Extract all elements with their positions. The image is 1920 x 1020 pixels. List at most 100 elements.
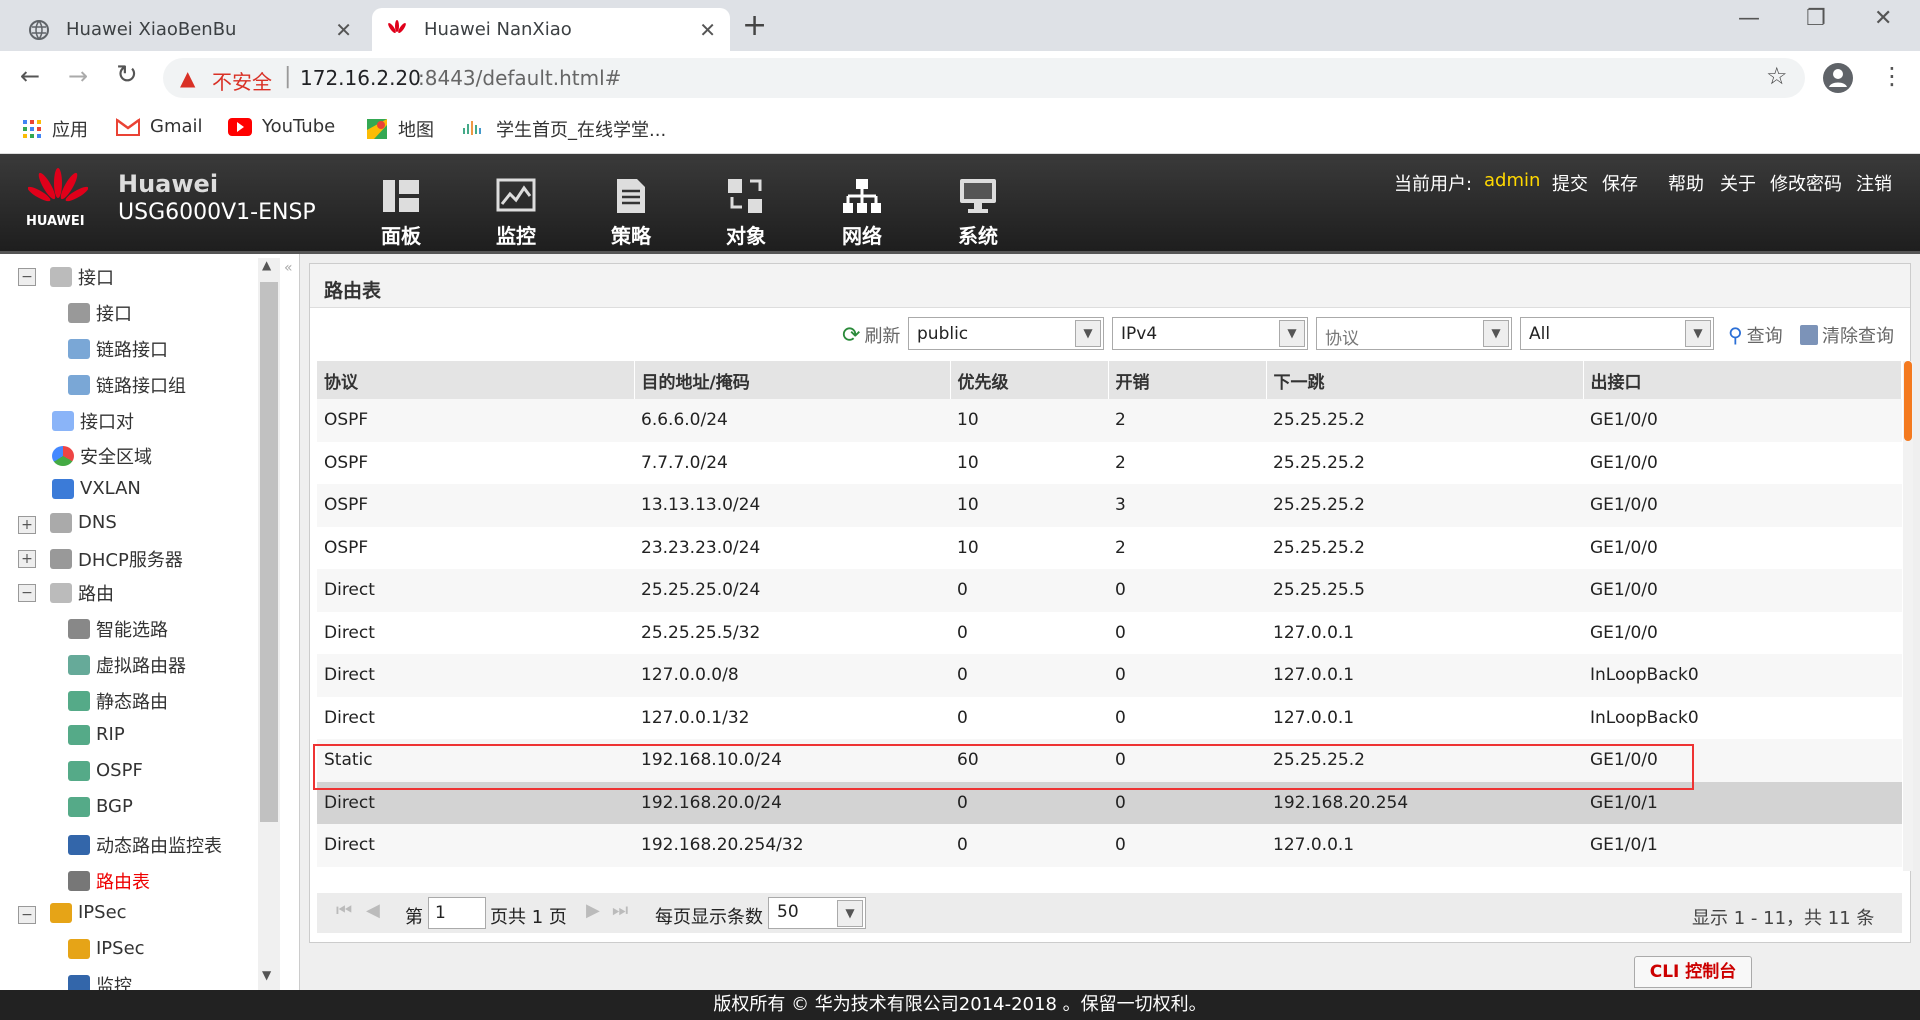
browser-menu-icon[interactable]: ⋮: [1880, 62, 1904, 90]
sidebar-item-ipsec[interactable]: IPSec: [68, 938, 145, 959]
protocol-select[interactable]: 协议 ▼: [1316, 317, 1512, 350]
sidebar-item-vxlan[interactable]: VXLAN: [52, 478, 141, 499]
sidebar-item-ospf[interactable]: OSPF: [68, 760, 143, 781]
bookmark-maps[interactable]: 地图: [366, 116, 434, 142]
bookmark-apps[interactable]: 应用: [22, 116, 88, 142]
bookmark-gmail[interactable]: Gmail: [116, 116, 203, 137]
help-link[interactable]: 帮助: [1668, 170, 1704, 196]
table-row[interactable]: OSPF 13.13.13.0/24 10 3 25.25.25.2 GE1/0/0: [317, 484, 1902, 527]
sidebar-item-routing[interactable]: 路由: [50, 580, 114, 606]
nav-dashboard[interactable]: 面板: [361, 176, 441, 249]
expand-icon[interactable]: +: [18, 550, 36, 568]
clear-query-button[interactable]: 清除查询: [1800, 322, 1894, 348]
star-icon[interactable]: ☆: [1766, 62, 1788, 90]
sidebar-item-label: IPSec: [96, 938, 145, 959]
sidebar-item-ipsec-monitor[interactable]: 监控: [68, 972, 132, 990]
next-page-icon[interactable]: ▶: [586, 900, 600, 921]
vpn-select[interactable]: public ▼: [908, 317, 1104, 350]
first-page-icon[interactable]: ⏮: [336, 900, 352, 921]
minimize-icon[interactable]: —: [1738, 6, 1760, 31]
bookmark-site[interactable]: 学生首页_在线学堂...: [462, 116, 666, 142]
about-link[interactable]: 关于: [1720, 170, 1756, 196]
sidebar-item-link-interface[interactable]: 链路接口: [68, 336, 168, 362]
table-scroll-thumb[interactable]: [1904, 361, 1912, 441]
sidebar-item-rip[interactable]: RIP: [68, 724, 125, 745]
cell-cost: 2: [1108, 526, 1266, 569]
sidebar-item-label: 智能选路: [96, 620, 168, 641]
change-password-link[interactable]: 修改密码: [1770, 170, 1842, 196]
sidebar-item-security-zone[interactable]: 安全区域: [52, 443, 152, 469]
cli-console-button[interactable]: CLI 控制台: [1634, 956, 1752, 988]
nav-network[interactable]: 网络: [822, 176, 902, 249]
sidebar-item-link-interface-group[interactable]: 链路接口组: [68, 372, 186, 398]
cell-next-hop: 25.25.25.2: [1266, 526, 1583, 569]
forward-icon[interactable]: →: [68, 62, 88, 90]
profile-avatar-icon[interactable]: [1822, 62, 1854, 94]
prev-page-icon[interactable]: ◀: [366, 900, 380, 921]
browser-tab-nanxiao[interactable]: Huawei NanXiao ✕: [372, 8, 730, 51]
save-link[interactable]: 保存: [1602, 170, 1638, 196]
table-row[interactable]: Direct 127.0.0.0/8 0 0 127.0.0.1 InLoopBack0: [317, 654, 1902, 697]
scroll-up-icon[interactable]: ▲: [262, 258, 271, 272]
back-icon[interactable]: ←: [20, 62, 40, 90]
nav-monitor[interactable]: 监控: [476, 176, 556, 249]
collapse-icon[interactable]: −: [18, 906, 36, 924]
sidebar-item-interface-group[interactable]: 接口: [50, 264, 114, 290]
sidebar-item-dns[interactable]: DNS: [50, 512, 117, 533]
scope-select[interactable]: All ▼: [1520, 317, 1714, 350]
logout-link[interactable]: 注销: [1856, 170, 1892, 196]
sidebar-scroll-thumb[interactable]: [260, 282, 278, 822]
page-number-input[interactable]: 1: [428, 897, 486, 929]
table-row[interactable]: Direct 127.0.0.1/32 0 0 127.0.0.1 InLoopBack0: [317, 696, 1902, 739]
column-header-out-interface[interactable]: 出接口: [1583, 361, 1902, 399]
column-header-cost[interactable]: 开销: [1108, 361, 1267, 399]
column-header-priority[interactable]: 优先级: [950, 361, 1109, 399]
expand-icon[interactable]: +: [18, 516, 36, 534]
table-row[interactable]: OSPF 7.7.7.0/24 10 2 25.25.25.2 GE1/0/0: [317, 441, 1902, 484]
submit-link[interactable]: 提交: [1552, 170, 1588, 196]
nav-system[interactable]: 系统: [938, 176, 1018, 249]
table-row[interactable]: Direct 25.25.25.0/24 0 0 25.25.25.5 GE1/0/0: [317, 569, 1902, 612]
policy-icon: [617, 179, 645, 213]
sidebar-item-smart-routing[interactable]: 智能选路: [68, 616, 168, 642]
query-button[interactable]: ⚲ 查询: [1728, 322, 1783, 348]
collapse-icon[interactable]: −: [18, 268, 36, 286]
sidebar-item-virtual-router[interactable]: 虚拟路由器: [68, 652, 186, 678]
table-row[interactable]: OSPF 23.23.23.0/24 10 2 25.25.25.2 GE1/0/0: [317, 526, 1902, 569]
refresh-button[interactable]: ⟳ 刷新: [842, 322, 900, 348]
sidebar-item-ipsec-group[interactable]: IPSec: [50, 902, 127, 923]
sidebar-item-interface[interactable]: 接口: [68, 300, 132, 326]
scroll-down-icon[interactable]: ▼: [262, 968, 271, 982]
close-window-icon[interactable]: ✕: [1874, 6, 1892, 31]
sidebar-item-bgp[interactable]: BGP: [68, 796, 133, 817]
table-row[interactable]: Direct 25.25.25.5/32 0 0 127.0.0.1 GE1/0/0: [317, 611, 1902, 654]
sidebar-item-interface-pair[interactable]: 接口对: [52, 408, 134, 434]
dashboard-icon: [383, 180, 419, 212]
new-tab-button[interactable]: +: [742, 8, 767, 43]
sidebar-item-dhcp-server[interactable]: DHCP服务器: [50, 546, 183, 572]
bookmark-youtube[interactable]: YouTube: [228, 116, 335, 137]
ip-version-select[interactable]: IPv4 ▼: [1112, 317, 1308, 350]
table-scrollbar[interactable]: [1903, 361, 1913, 871]
sidebar-scrollbar[interactable]: [258, 258, 280, 990]
sidebar-item-static-route[interactable]: 静态路由: [68, 688, 168, 714]
browser-tab-xiaobenbu[interactable]: Huawei XiaoBenBu ✕: [14, 8, 366, 51]
collapse-sidebar-icon[interactable]: «: [284, 260, 293, 276]
per-page-select[interactable]: 50 ▼: [768, 897, 866, 929]
table-row[interactable]: OSPF 6.6.6.0/24 10 2 25.25.25.2 GE1/0/0: [317, 399, 1902, 442]
column-header-destination[interactable]: 目的地址/掩码: [634, 361, 951, 399]
collapse-icon[interactable]: −: [18, 584, 36, 602]
sidebar-item-dynamic-route-monitor[interactable]: 动态路由监控表: [68, 832, 222, 858]
security-status[interactable]: 不安全: [212, 66, 272, 95]
close-tab-icon[interactable]: ✕: [335, 18, 352, 42]
sidebar-item-routing-table[interactable]: 路由表: [68, 868, 150, 894]
column-header-protocol[interactable]: 协议: [317, 361, 635, 399]
last-page-icon[interactable]: ⏭: [612, 900, 628, 921]
nav-policy[interactable]: 策略: [591, 176, 671, 249]
reload-icon[interactable]: ↻: [116, 60, 138, 90]
restore-icon[interactable]: ❐: [1806, 6, 1826, 31]
nav-object[interactable]: 对象: [706, 176, 786, 249]
table-row[interactable]: Direct 192.168.20.254/32 0 0 127.0.0.1 GE1/0/…: [317, 824, 1902, 867]
close-tab-icon[interactable]: ✕: [699, 18, 716, 42]
column-header-next-hop[interactable]: 下一跳: [1266, 361, 1584, 399]
